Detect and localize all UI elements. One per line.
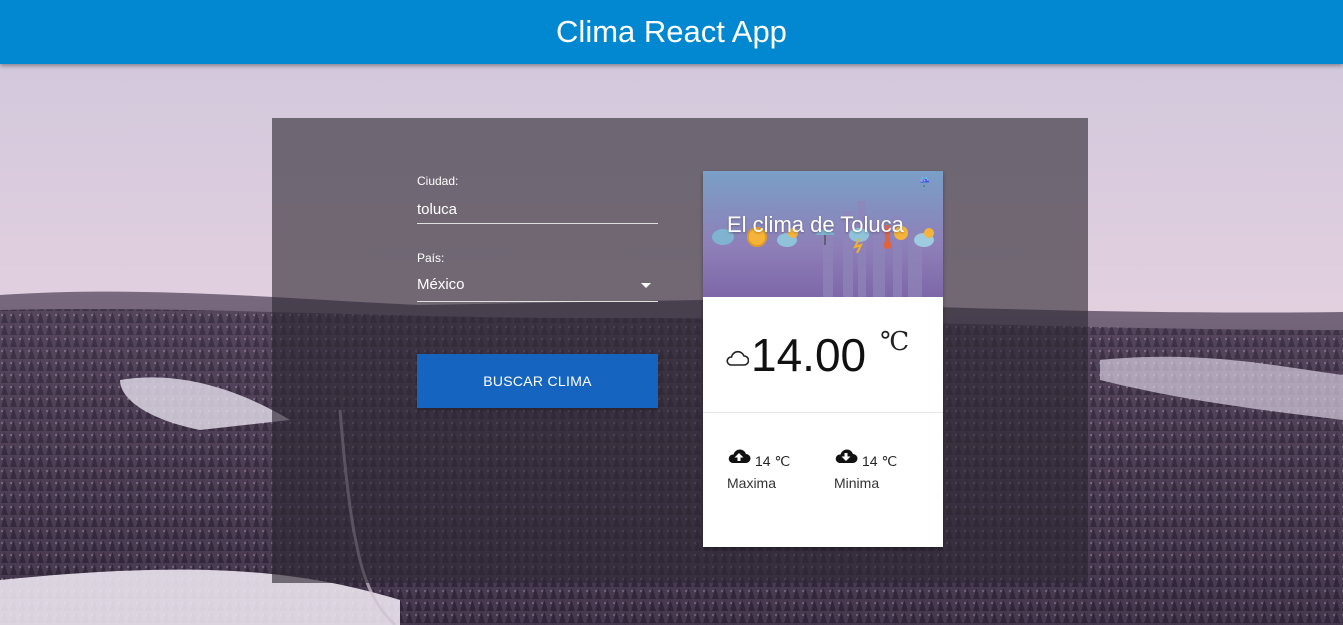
cloud-download-icon (834, 446, 858, 469)
max-temperature: 14 ℃ Maxima (727, 446, 790, 491)
weather-form: Ciudad: País: México BUSCAR CLIMA (417, 174, 658, 408)
search-weather-button[interactable]: BUSCAR CLIMA (417, 354, 658, 408)
temperature-value: 14.00 (751, 329, 867, 381)
weather-card-title: El clima de Toluca (727, 212, 904, 237)
chevron-down-icon (641, 283, 651, 288)
temperature-unit: ℃ (880, 327, 910, 357)
min-temperature: 14 ℃ Minima (834, 446, 897, 491)
card-divider (703, 412, 943, 413)
country-label: País: (417, 251, 445, 265)
city-input[interactable] (417, 196, 658, 224)
weather-card: ☔ El clima de Toluca 14.00 ℃ 14 ℃ Maxima… (703, 171, 943, 547)
country-selected-value: México (417, 276, 465, 293)
min-temperature-value: 14 ℃ (862, 453, 898, 469)
max-temperature-label: Maxima (727, 475, 777, 491)
svg-text:☔: ☔ (919, 176, 930, 187)
current-temperature: 14.00 ℃ (725, 327, 910, 381)
app-title: Clima React App (556, 14, 787, 49)
max-temperature-value: 14 ℃ (755, 453, 791, 469)
search-panel: Ciudad: País: México BUSCAR CLIMA (272, 118, 1088, 583)
weather-card-image: ☔ El clima de Toluca (703, 171, 943, 297)
city-label: Ciudad: (417, 174, 459, 188)
app-header: Clima React App (0, 0, 1343, 64)
country-select[interactable]: México (417, 273, 658, 302)
cloud-upload-icon (727, 446, 751, 469)
cloud-icon (725, 349, 750, 372)
min-temperature-label: Minima (834, 475, 880, 491)
